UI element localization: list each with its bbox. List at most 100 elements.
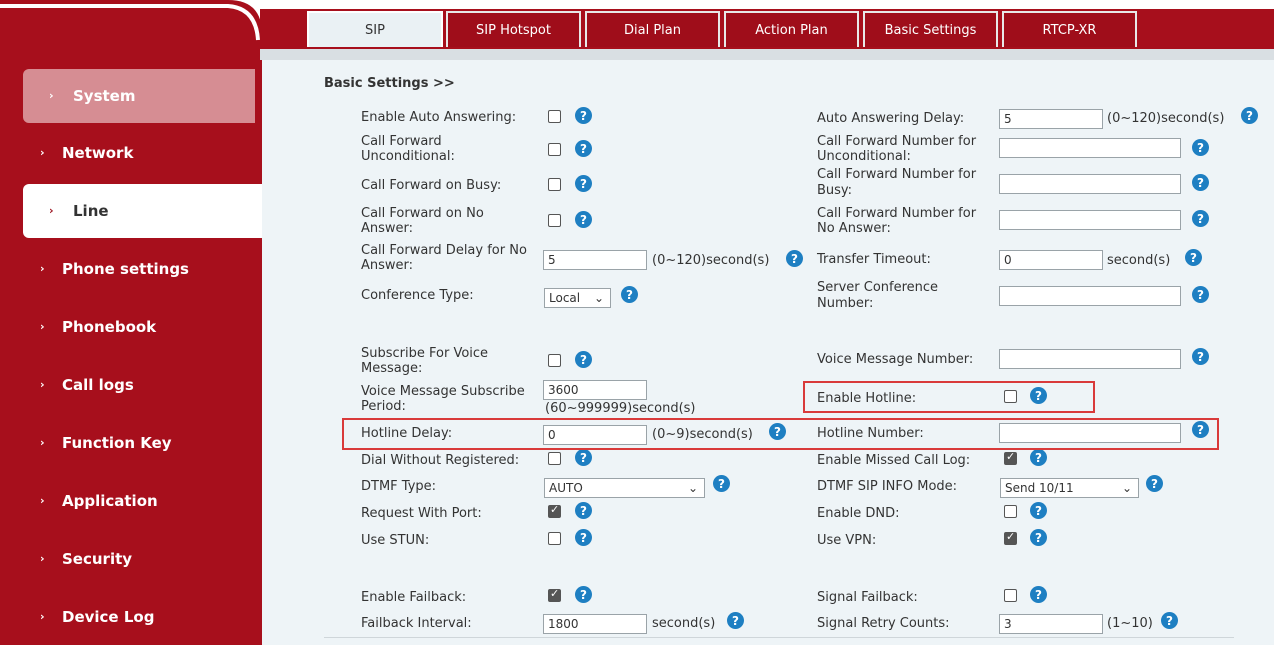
help-icon[interactable]: ?	[575, 351, 592, 368]
chevron-right-icon: ›	[40, 145, 45, 159]
help-icon[interactable]: ?	[621, 286, 638, 303]
help-icon[interactable]: ?	[575, 211, 592, 228]
cf-delay-input[interactable]: 5	[543, 250, 647, 270]
help-icon[interactable]: ?	[1192, 348, 1209, 365]
cf-busy-checkbox[interactable]	[548, 178, 561, 191]
sidebar-item-label: Phone settings	[62, 260, 189, 278]
transfer-timeout-input[interactable]: 0	[999, 250, 1103, 270]
help-icon[interactable]: ?	[575, 175, 592, 192]
help-icon[interactable]: ?	[1030, 449, 1047, 466]
help-icon[interactable]: ?	[575, 107, 592, 124]
failback-interval-input[interactable]: 1800	[543, 614, 647, 634]
subscribe-voice-checkbox[interactable]	[548, 354, 561, 367]
enable-missed-call-log-checkbox[interactable]	[1004, 450, 1017, 465]
enable-failback-checkbox[interactable]	[548, 587, 561, 602]
help-icon[interactable]: ?	[575, 449, 592, 466]
dtmf-type-select[interactable]: AUTO ⌄	[544, 478, 705, 498]
divider	[324, 637, 1234, 638]
dial-without-registered-checkbox[interactable]	[548, 452, 561, 465]
sidebar-item-system[interactable]: › System	[23, 69, 255, 123]
sidebar-item-function-key[interactable]: › Function Key	[0, 416, 258, 470]
help-icon[interactable]: ?	[575, 586, 592, 603]
signal-failback-checkbox[interactable]	[1004, 589, 1017, 602]
cf-unconditional-label-line1: Call Forward	[361, 134, 442, 149]
help-icon[interactable]: ?	[1192, 286, 1209, 303]
tab-basic-settings[interactable]: Basic Settings	[863, 11, 998, 47]
tab-label: RTCP-XR	[1042, 22, 1097, 38]
vm-subscribe-period-label-line2: Period:	[361, 399, 406, 414]
tab-sip[interactable]: SIP	[307, 11, 443, 47]
signal-retry-counts-input[interactable]: 3	[999, 614, 1103, 634]
chevron-right-icon: ›	[40, 493, 45, 507]
dtmf-sip-info-mode-select[interactable]: Send 10/11 ⌄	[1000, 478, 1139, 498]
cf-number-busy-label-line2: Busy:	[817, 183, 853, 198]
tab-dial-plan[interactable]: Dial Plan	[585, 11, 720, 47]
cf-delay-label-line2: Answer:	[361, 258, 414, 273]
sidebar-item-call-logs[interactable]: › Call logs	[0, 358, 258, 412]
conference-type-label: Conference Type:	[361, 288, 474, 303]
sidebar-item-phone-settings[interactable]: › Phone settings	[0, 242, 258, 296]
cf-no-answer-checkbox[interactable]	[548, 214, 561, 227]
sidebar-item-network[interactable]: › Network	[0, 126, 258, 180]
help-icon[interactable]: ?	[1185, 249, 1202, 266]
sidebar-item-label: Function Key	[62, 434, 172, 452]
cf-no-answer-label-line1: Call Forward on No	[361, 206, 484, 221]
vm-subscribe-period-input[interactable]: 3600	[543, 380, 647, 400]
cf-delay-unit: (0~120)second(s)	[652, 253, 770, 268]
help-icon[interactable]: ?	[1192, 210, 1209, 227]
auto-answering-delay-label: Auto Answering Delay:	[817, 111, 965, 126]
chevron-right-icon: ›	[40, 377, 45, 391]
chevron-right-icon: ›	[49, 88, 54, 102]
signal-retry-counts-label: Signal Retry Counts:	[817, 616, 950, 631]
server-conference-number-label-line2: Number:	[817, 296, 874, 311]
help-icon[interactable]: ?	[1030, 529, 1047, 546]
help-icon[interactable]: ?	[1161, 612, 1178, 629]
tab-sip-hotspot[interactable]: SIP Hotspot	[446, 11, 581, 47]
use-vpn-checkbox[interactable]	[1004, 530, 1017, 545]
help-icon[interactable]: ?	[713, 475, 730, 492]
help-icon[interactable]: ?	[575, 140, 592, 157]
cf-number-busy-input[interactable]	[999, 174, 1181, 194]
enable-auto-answering-label: Enable Auto Answering:	[361, 110, 517, 125]
request-with-port-label: Request With Port:	[361, 506, 482, 521]
sidebar-item-line[interactable]: › Line	[23, 184, 262, 238]
sidebar-item-label: System	[73, 87, 136, 105]
help-icon[interactable]: ?	[1030, 502, 1047, 519]
vm-subscribe-period-label-line1: Voice Message Subscribe	[361, 384, 525, 399]
enable-auto-answering-checkbox[interactable]	[548, 110, 561, 123]
tab-action-plan[interactable]: Action Plan	[724, 11, 859, 47]
help-icon[interactable]: ?	[1192, 139, 1209, 156]
sidebar-item-phonebook[interactable]: › Phonebook	[0, 300, 258, 354]
auto-answering-delay-input[interactable]: 5	[999, 109, 1103, 129]
sidebar: › System › Network › Line › Phone settin…	[0, 0, 262, 645]
tab-rtcp-xr[interactable]: RTCP-XR	[1002, 11, 1137, 47]
chevron-right-icon: ›	[40, 551, 45, 565]
help-icon[interactable]: ?	[1241, 107, 1258, 124]
enable-dnd-checkbox[interactable]	[1004, 505, 1017, 518]
cf-number-no-answer-input[interactable]	[999, 210, 1181, 230]
cf-unconditional-checkbox[interactable]	[548, 143, 561, 156]
sidebar-item-device-log[interactable]: › Device Log	[0, 590, 258, 644]
help-icon[interactable]: ?	[1192, 174, 1209, 191]
transfer-timeout-unit: second(s)	[1107, 253, 1171, 268]
help-icon[interactable]: ?	[727, 612, 744, 629]
cf-busy-label: Call Forward on Busy:	[361, 178, 502, 193]
chevron-right-icon: ›	[40, 435, 45, 449]
cf-number-unconditional-input[interactable]	[999, 138, 1181, 158]
server-conference-number-input[interactable]	[999, 286, 1181, 306]
tab-label: Dial Plan	[624, 22, 681, 38]
help-icon[interactable]: ?	[575, 529, 592, 546]
help-icon[interactable]: ?	[786, 250, 803, 267]
dtmf-sip-info-mode-label: DTMF SIP INFO Mode:	[817, 479, 958, 494]
signal-retry-counts-unit: (1~10)	[1107, 616, 1153, 631]
voice-message-number-input[interactable]	[999, 349, 1181, 369]
help-icon[interactable]: ?	[575, 502, 592, 519]
sidebar-item-security[interactable]: › Security	[0, 532, 258, 586]
request-with-port-checkbox[interactable]	[548, 503, 561, 518]
help-icon[interactable]: ?	[1030, 586, 1047, 603]
use-stun-checkbox[interactable]	[548, 532, 561, 545]
vm-subscribe-period-unit: (60~999999)second(s)	[545, 401, 696, 416]
help-icon[interactable]: ?	[1146, 475, 1163, 492]
conference-type-select[interactable]: Local ⌄	[544, 288, 611, 308]
sidebar-item-application[interactable]: › Application	[0, 474, 258, 528]
